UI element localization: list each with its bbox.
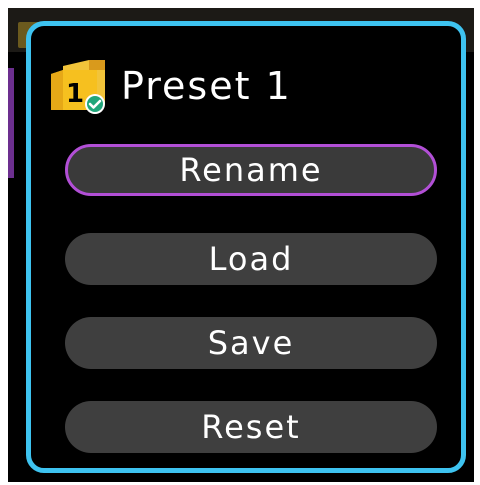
folder-preset-checked-icon: 1 bbox=[49, 56, 109, 116]
preset-dialog: 1 Preset 1 Rename Load Save Reset bbox=[26, 21, 466, 473]
folder-number: 1 bbox=[66, 79, 84, 109]
save-button[interactable]: Save bbox=[65, 317, 437, 369]
background-accent-bar bbox=[8, 68, 14, 178]
load-button[interactable]: Load bbox=[65, 233, 437, 285]
device-screen: 1 Preset 1 Rename Load Save Reset bbox=[8, 8, 474, 482]
dialog-header: 1 Preset 1 bbox=[49, 54, 292, 118]
reset-button[interactable]: Reset bbox=[65, 401, 437, 453]
rename-button[interactable]: Rename bbox=[65, 144, 437, 196]
dialog-title: Preset 1 bbox=[121, 64, 292, 108]
